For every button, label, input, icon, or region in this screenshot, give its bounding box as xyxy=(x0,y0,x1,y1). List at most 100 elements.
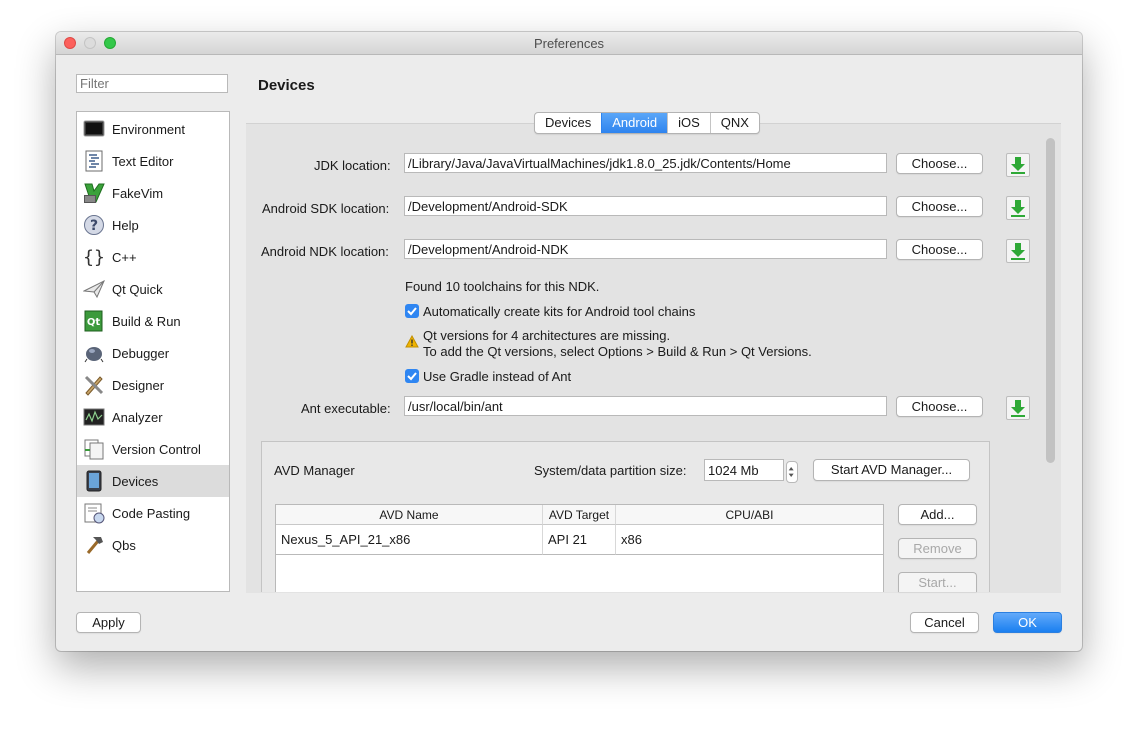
monitor-icon xyxy=(83,120,105,137)
sidebar-item-cpp[interactable]: {} C++ xyxy=(77,241,229,273)
column-header-avd-target[interactable]: AVD Target xyxy=(543,505,616,525)
ndk-location-field[interactable]: /Development/Android-NDK xyxy=(404,239,887,259)
checkmark-icon xyxy=(407,372,417,381)
apply-button[interactable]: Apply xyxy=(76,612,141,633)
sdk-choose-button[interactable]: Choose... xyxy=(896,196,983,217)
bug-icon xyxy=(84,347,104,363)
ant-executable-field[interactable]: /usr/local/bin/ant xyxy=(404,396,887,416)
sidebar-item-label: Designer xyxy=(112,378,165,393)
ant-choose-button[interactable]: Choose... xyxy=(896,396,983,417)
sidebar-item-label: Build & Run xyxy=(112,314,181,329)
sidebar-item-label: C++ xyxy=(112,250,137,265)
avd-add-button[interactable]: Add... xyxy=(898,504,977,525)
warning-icon xyxy=(405,335,419,348)
tab-android[interactable]: Android xyxy=(601,113,668,133)
sidebar-item-fakevim[interactable]: FakeVim xyxy=(77,177,229,209)
sidebar-item-debugger[interactable]: Debugger xyxy=(77,337,229,369)
device-icon xyxy=(86,470,102,492)
jdk-location-label: JDK location: xyxy=(314,158,391,173)
sidebar-item-label: Devices xyxy=(112,474,159,489)
partition-size-label: System/data partition size: xyxy=(534,463,687,478)
tab-qnx[interactable]: QNX xyxy=(709,113,759,133)
vertical-scrollbar[interactable] xyxy=(1046,138,1055,463)
column-header-cpu-abi[interactable]: CPU/ABI xyxy=(616,505,883,525)
sdk-download-button[interactable] xyxy=(1006,196,1030,220)
column-header-avd-name[interactable]: AVD Name xyxy=(276,505,543,525)
sidebar-item-label: Text Editor xyxy=(112,154,174,169)
preferences-window: Preferences Environment Text Editor xyxy=(56,32,1082,651)
start-avd-manager-button[interactable]: Start AVD Manager... xyxy=(813,459,970,481)
code-pasting-icon xyxy=(84,503,105,524)
sidebar-item-label: Environment xyxy=(112,122,185,137)
sidebar-item-analyzer[interactable]: Analyzer xyxy=(77,401,229,433)
ok-button[interactable]: OK xyxy=(993,612,1062,633)
sidebar-item-label: Debugger xyxy=(112,346,170,361)
sidebar-item-version-control[interactable]: Version Control xyxy=(77,433,229,465)
jdk-location-field[interactable]: /Library/Java/JavaVirtualMachines/jdk1.8… xyxy=(404,153,887,173)
sidebar-item-label: Analyzer xyxy=(112,410,163,425)
jdk-choose-button[interactable]: Choose... xyxy=(896,153,983,174)
toolchains-status: Found 10 toolchains for this NDK. xyxy=(405,279,600,294)
version-control-icon xyxy=(84,439,104,460)
partition-size-field[interactable]: 1024 Mb xyxy=(704,459,784,481)
cancel-button[interactable]: Cancel xyxy=(910,612,979,633)
table-cell-avd-name[interactable]: Nexus_5_API_21_x86 xyxy=(276,525,543,555)
download-icon xyxy=(1011,200,1025,217)
sidebar-item-label: Help xyxy=(112,218,139,233)
sidebar-item-label: Qbs xyxy=(112,538,136,553)
sidebar-item-label: FakeVim xyxy=(112,186,164,201)
sidebar-item-environment[interactable]: Environment xyxy=(77,113,229,145)
ant-executable-label: Ant executable: xyxy=(301,401,391,416)
missing-qt-warning: Qt versions for 4 architectures are miss… xyxy=(423,328,671,343)
use-gradle-label: Use Gradle instead of Ant xyxy=(423,369,572,384)
sdk-location-field[interactable]: /Development/Android-SDK xyxy=(404,196,887,216)
svg-text:{}: {} xyxy=(83,247,105,268)
sidebar-item-text-editor[interactable]: Text Editor xyxy=(77,145,229,177)
sidebar-item-label: Code Pasting xyxy=(112,506,191,521)
tab-devices[interactable]: Devices xyxy=(535,113,601,133)
auto-kits-checkbox[interactable] xyxy=(405,304,419,318)
fakevim-icon xyxy=(84,183,105,203)
svg-text:?: ? xyxy=(90,218,98,234)
partition-size-stepper[interactable] xyxy=(786,461,798,483)
hammer-icon xyxy=(86,537,103,554)
page-title: Devices xyxy=(258,77,315,94)
ant-download-button[interactable] xyxy=(1006,396,1030,420)
auto-kits-label: Automatically create kits for Android to… xyxy=(423,304,696,319)
category-list: Environment Text Editor FakeVim ? Help {… xyxy=(76,111,230,592)
tab-ios[interactable]: iOS xyxy=(667,113,710,133)
sidebar-item-build-run[interactable]: Qt Build & Run xyxy=(77,305,229,337)
sidebar-item-qbs[interactable]: Qbs xyxy=(77,529,229,561)
download-icon xyxy=(1011,400,1025,417)
paper-plane-icon xyxy=(83,279,105,299)
sidebar-item-help[interactable]: ? Help xyxy=(77,209,229,241)
ndk-download-button[interactable] xyxy=(1006,239,1030,263)
download-icon xyxy=(1011,157,1025,174)
svg-text:Qt: Qt xyxy=(87,317,101,328)
title-bar: Preferences xyxy=(56,32,1082,55)
filter-input[interactable] xyxy=(76,74,228,93)
use-gradle-checkbox[interactable] xyxy=(405,369,419,383)
avd-start-button[interactable]: Start... xyxy=(898,572,977,592)
help-icon: ? xyxy=(84,215,104,235)
sidebar-item-designer[interactable]: Designer xyxy=(77,369,229,401)
oscilloscope-icon xyxy=(83,408,105,426)
table-cell-cpu-abi[interactable]: x86 xyxy=(616,525,883,555)
braces-icon: {} xyxy=(83,247,105,268)
avd-manager-title: AVD Manager xyxy=(274,463,355,478)
sidebar-item-code-pasting[interactable]: Code Pasting xyxy=(77,497,229,529)
sidebar-item-label: Qt Quick xyxy=(112,282,163,297)
sidebar-item-devices[interactable]: Devices xyxy=(77,465,229,497)
build-run-icon: Qt xyxy=(84,310,103,332)
checkmark-icon xyxy=(407,307,417,316)
download-icon xyxy=(1011,243,1025,260)
table-cell-avd-target[interactable]: API 21 xyxy=(543,525,616,555)
ndk-location-label: Android NDK location: xyxy=(261,244,389,259)
window-title: Preferences xyxy=(533,36,605,51)
jdk-download-button[interactable] xyxy=(1006,153,1030,177)
sidebar-item-qt-quick[interactable]: Qt Quick xyxy=(77,273,229,305)
device-tabs: Devices Android iOS QNX xyxy=(534,112,760,134)
ndk-choose-button[interactable]: Choose... xyxy=(896,239,983,260)
text-document-icon xyxy=(85,150,103,172)
avd-remove-button[interactable]: Remove xyxy=(898,538,977,559)
